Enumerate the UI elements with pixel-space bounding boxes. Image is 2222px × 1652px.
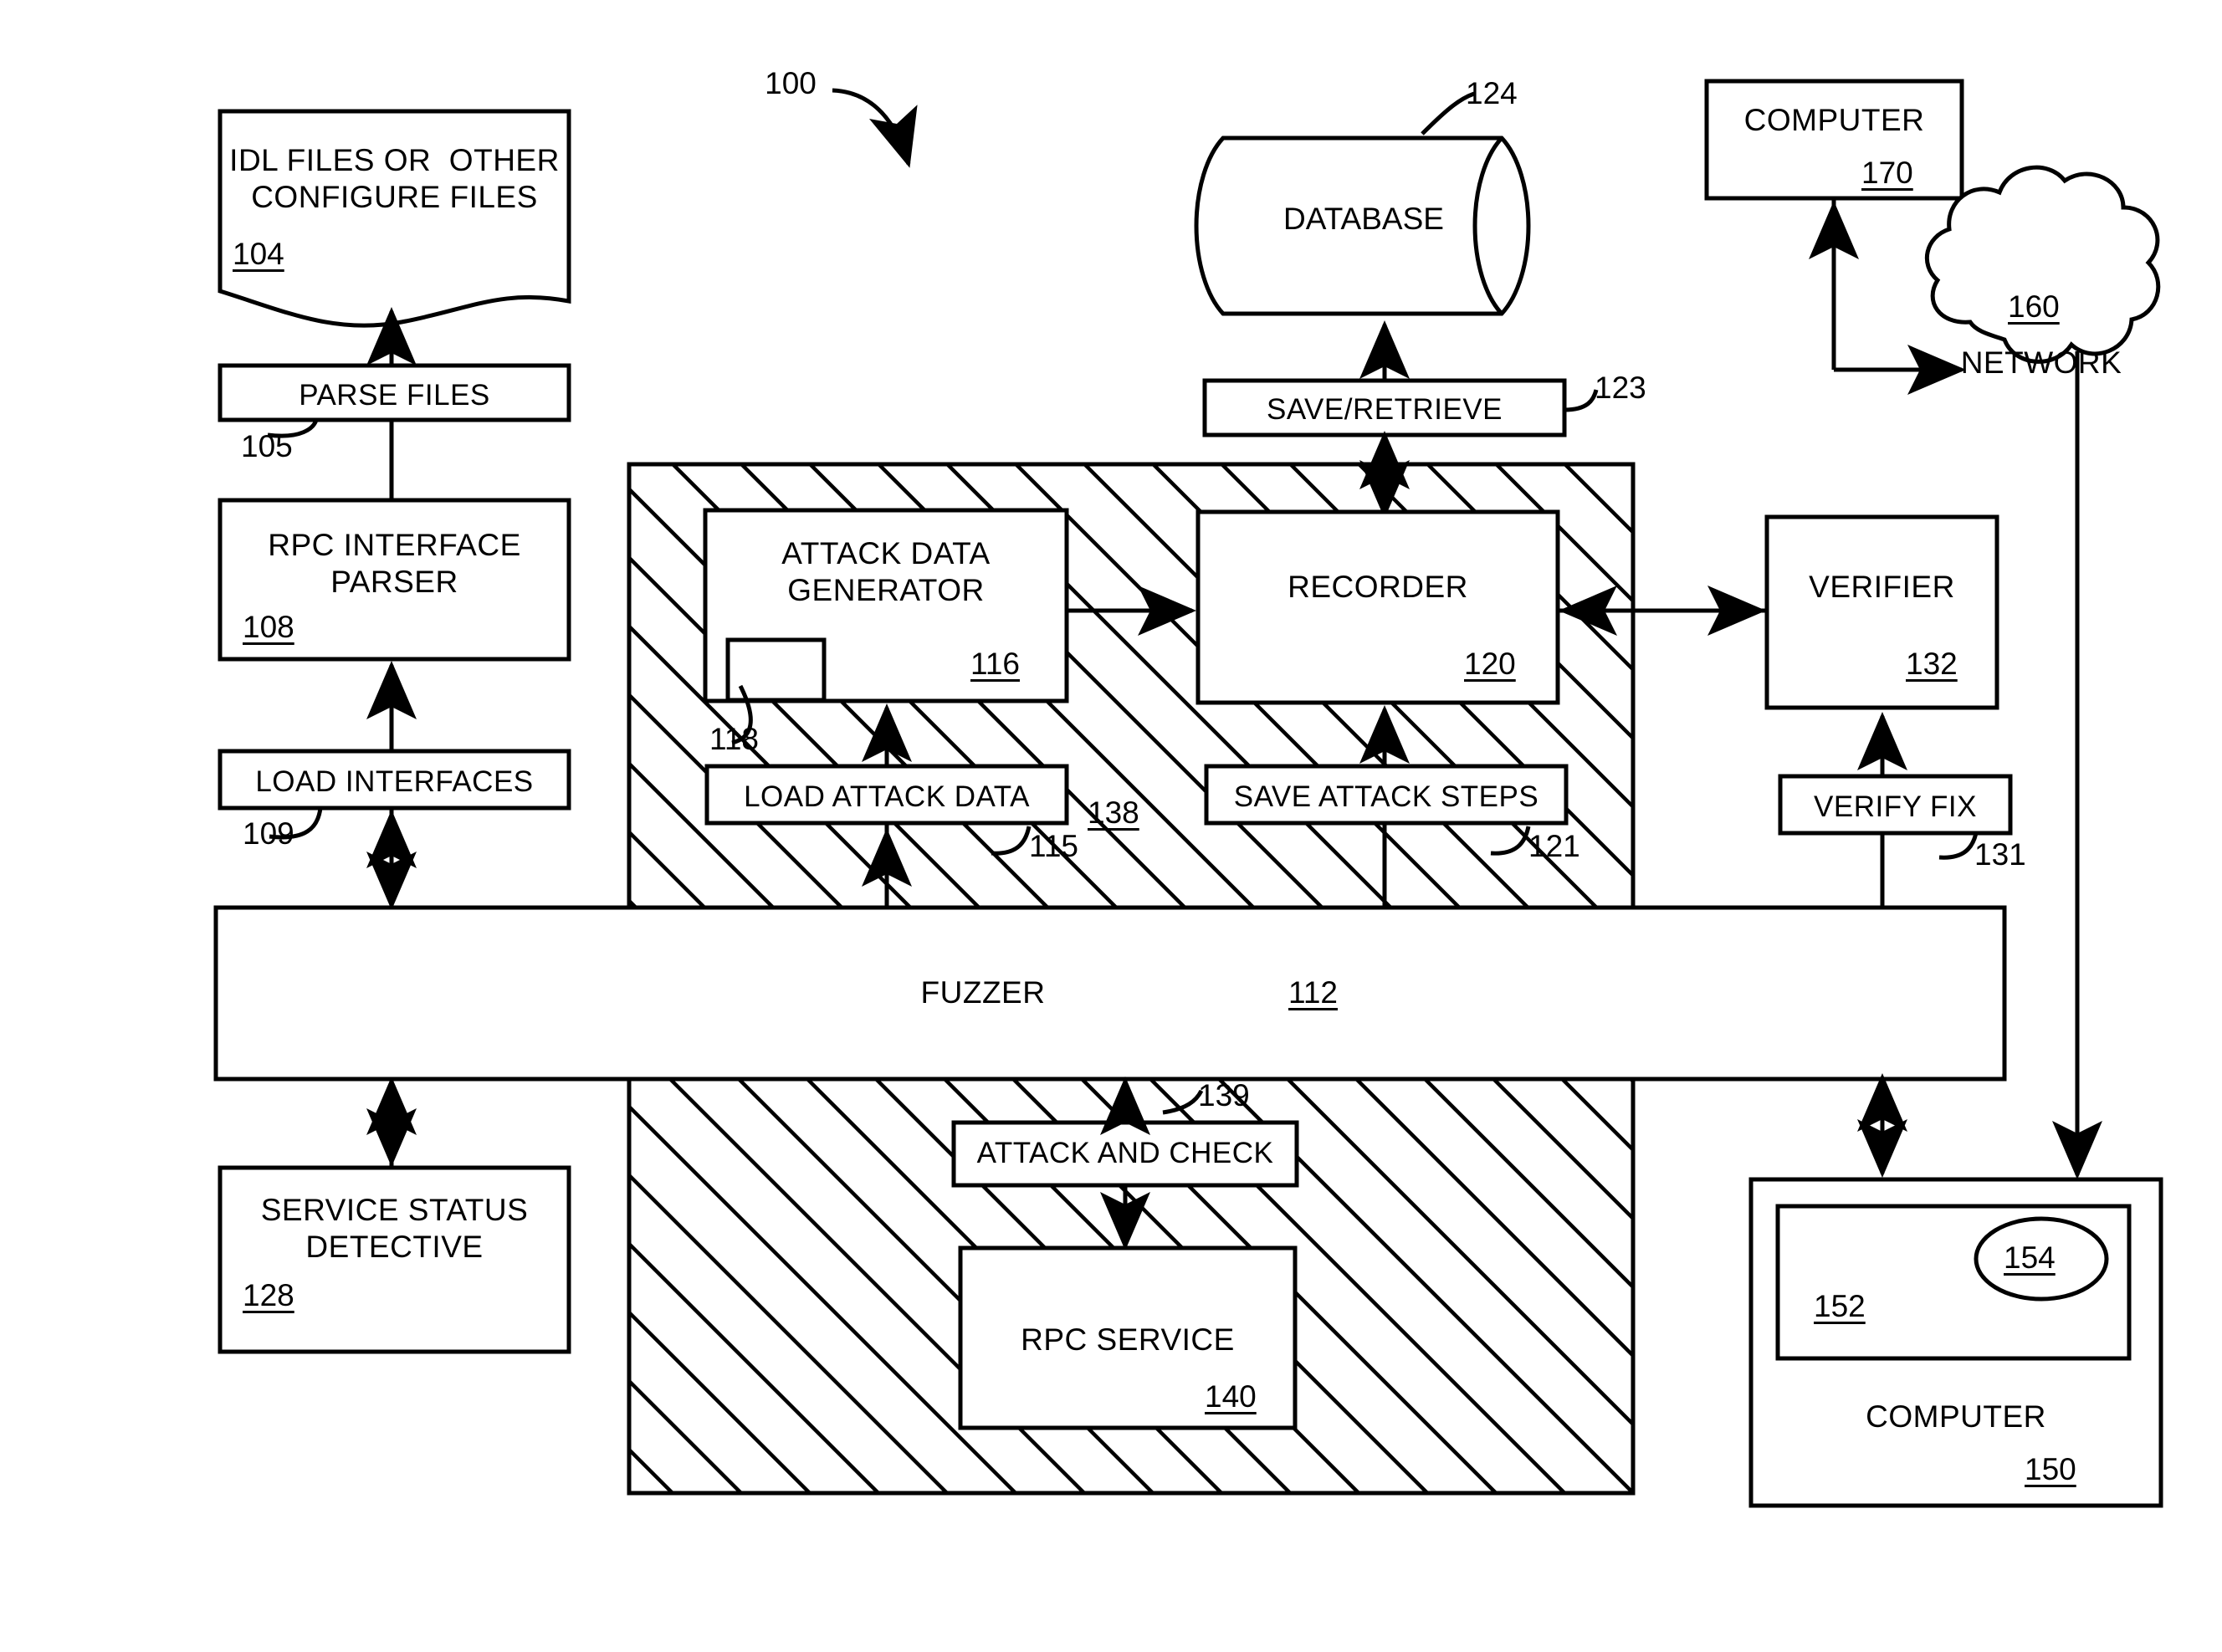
node-fuzzer[interactable] [213, 905, 2007, 1082]
save-retrieve-ref: 123 [1595, 371, 1646, 405]
idl-files-ref: 104 [233, 237, 284, 271]
attack-and-check-ref: 139 [1198, 1078, 1250, 1112]
attack-data-generator-ref: 116 [970, 647, 1020, 681]
network-ref: 160 [2008, 289, 2060, 324]
parse-files-label: PARSE FILES [299, 379, 490, 412]
load-attack-data-label: LOAD ATTACK DATA [744, 780, 1030, 813]
ellipse-154-ref: 154 [2004, 1240, 2056, 1275]
figure-number: 100 [765, 66, 817, 100]
load-attack-data-ref: 115 [1029, 829, 1078, 863]
verify-fix-ref: 131 [1974, 837, 2026, 872]
hatched-region-ref: 138 [1088, 795, 1139, 830]
attack-data-generator-label: ATTACK DATA GENERATOR [781, 536, 991, 607]
node-network-cloud[interactable] [1924, 165, 2161, 364]
database-label: DATABASE [1283, 202, 1444, 236]
idl-files-label: IDL FILES OR OTHER CONFIGURE FILES [229, 143, 560, 214]
network-label: NETWORK [1960, 345, 2122, 380]
computer-150-ref: 150 [2025, 1452, 2076, 1486]
save-retrieve-label: SAVE/RETRIEVE [1266, 393, 1503, 426]
verifier-label: VERIFIER [1809, 570, 1955, 604]
attack-and-check-label: ATTACK AND CHECK [976, 1137, 1274, 1169]
leader-100 [832, 88, 918, 168]
rpc-interface-parser-ref: 108 [243, 610, 294, 644]
load-interfaces-label: LOAD INTERFACES [255, 765, 534, 798]
load-interfaces-ref: 109 [243, 816, 294, 851]
computer-170-label: COMPUTER [1743, 103, 1925, 137]
computer-170-ref: 170 [1861, 156, 1913, 190]
leader-123 [1564, 389, 1599, 412]
save-attack-steps-ref: 121 [1528, 829, 1580, 863]
rpc-service-label: RPC SERVICE [1021, 1322, 1235, 1357]
service-status-detective-label: SERVICE STATUS DETECTIVE [260, 1193, 529, 1264]
rpc-interface-parser-label: RPC INTERFACE PARSER [268, 528, 521, 599]
database-ref: 124 [1466, 76, 1518, 110]
recorder-label: RECORDER [1288, 570, 1468, 604]
computer-150-label: COMPUTER [1866, 1399, 2046, 1434]
leader-131 [1938, 832, 1979, 860]
verify-fix-label: VERIFY FIX [1814, 790, 1977, 823]
fuzzer-label: FUZZER [920, 975, 1046, 1010]
inner-box-152-ref: 152 [1814, 1289, 1866, 1323]
save-attack-steps-label: SAVE ATTACK STEPS [1233, 780, 1539, 813]
figure-canvas: 100 IDL FILES OR OTHER CONFIGURE FILES 1… [0, 0, 2222, 1652]
rpc-service-ref: 140 [1205, 1379, 1257, 1414]
service-status-detective-ref: 128 [243, 1278, 294, 1312]
parse-files-ref: 105 [241, 429, 293, 463]
verifier-ref: 132 [1906, 647, 1958, 681]
inner-store-ref: 118 [709, 722, 759, 756]
fuzzer-ref: 112 [1288, 975, 1338, 1010]
recorder-ref: 120 [1464, 647, 1516, 681]
